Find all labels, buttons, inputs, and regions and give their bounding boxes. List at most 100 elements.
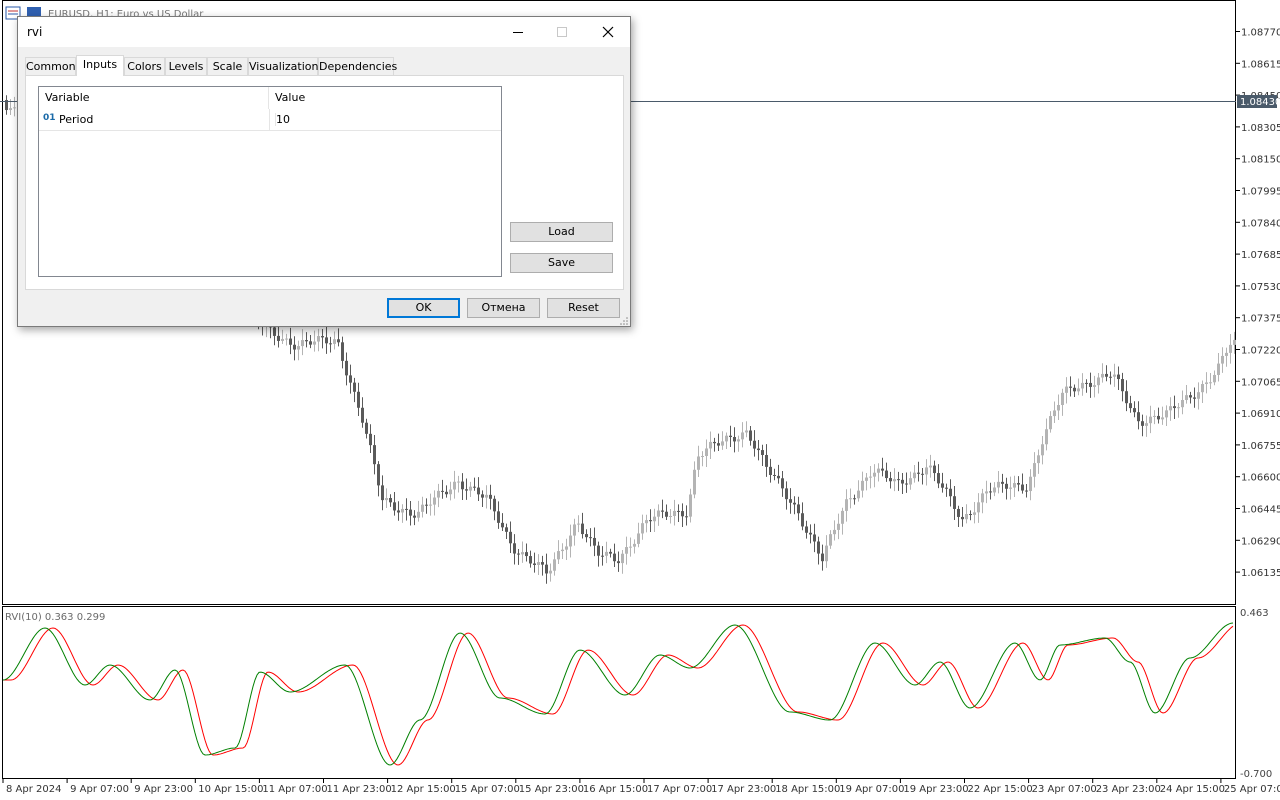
- candle-body: [553, 559, 556, 571]
- candle-body: [361, 407, 364, 423]
- candle-body: [453, 481, 456, 490]
- save-button[interactable]: Save: [510, 253, 613, 273]
- candle-body: [1217, 363, 1220, 375]
- candle-body: [1049, 416, 1052, 430]
- candle-body: [433, 497, 436, 505]
- time-tick-label: 17 Apr 23:00: [711, 784, 776, 795]
- candle-body: [833, 529, 836, 535]
- candle-body: [837, 523, 840, 530]
- param-value[interactable]: 10: [275, 113, 290, 126]
- candle-body: [637, 533, 640, 544]
- candle-body: [365, 422, 368, 434]
- candle-body: [1017, 483, 1020, 485]
- candle-body: [329, 343, 332, 345]
- candle-body: [729, 435, 732, 438]
- candle-body: [641, 523, 644, 534]
- candle-body: [937, 473, 940, 484]
- candle-body: [745, 430, 748, 433]
- candle-body: [1137, 412, 1140, 422]
- candle-body: [613, 553, 616, 562]
- candle-body: [1157, 415, 1160, 420]
- close-button[interactable]: [585, 17, 631, 47]
- candle-body: [725, 435, 728, 442]
- candle-body: [1089, 382, 1092, 387]
- tab-inputs[interactable]: Inputs: [76, 55, 124, 76]
- candle-body: [349, 375, 352, 383]
- ok-button[interactable]: OK: [387, 298, 460, 318]
- candle-body: [1001, 481, 1004, 484]
- candle-body: [1085, 382, 1088, 384]
- candle-body: [1165, 410, 1168, 418]
- candle-body: [865, 477, 868, 481]
- candle-body: [477, 487, 480, 495]
- candle-body: [581, 523, 584, 535]
- tab-common[interactable]: Common: [25, 57, 76, 75]
- dialog-titlebar[interactable]: rvi: [18, 17, 630, 47]
- column-divider: [269, 109, 270, 131]
- candle-body: [809, 532, 812, 535]
- candle-body: [701, 456, 704, 458]
- candle-body: [757, 448, 760, 451]
- rvi-lines: [2, 622, 1234, 766]
- candle-body: [881, 468, 884, 471]
- candle-body: [797, 504, 800, 514]
- column-header-value[interactable]: Value: [269, 87, 501, 109]
- time-tick-label: 8 Apr 2024: [6, 784, 61, 795]
- candle-body: [313, 341, 316, 345]
- candle-body: [741, 432, 744, 440]
- tab-dependencies[interactable]: Dependencies: [318, 57, 397, 75]
- candle-body: [429, 504, 432, 506]
- candle-body: [393, 502, 396, 511]
- candle-body: [1185, 395, 1188, 401]
- time-tick-label: 12 Apr 15:00: [391, 784, 456, 795]
- candle-body: [969, 514, 972, 516]
- candle-body: [1105, 373, 1108, 377]
- resize-grip-icon[interactable]: [619, 316, 629, 326]
- candle-body: [677, 510, 680, 512]
- candle-body: [1109, 376, 1112, 378]
- column-header-variable[interactable]: Variable: [39, 87, 269, 109]
- candle-body: [957, 508, 960, 517]
- candle-body: [973, 512, 976, 515]
- table-row[interactable]: 01 Period 10: [39, 109, 501, 131]
- candle-body: [281, 338, 284, 341]
- minimize-button[interactable]: [495, 17, 541, 47]
- candle-body: [805, 526, 808, 533]
- candle-body: [449, 489, 452, 495]
- reset-button[interactable]: Reset: [547, 298, 620, 318]
- candle-body: [953, 496, 956, 509]
- candle-body: [1073, 387, 1076, 392]
- candle-body: [889, 478, 892, 482]
- candle-body: [405, 508, 408, 510]
- load-button[interactable]: Load: [510, 222, 613, 242]
- candle-body: [465, 489, 468, 491]
- candle-body: [689, 494, 692, 517]
- candle-body: [297, 346, 300, 350]
- candle-body: [569, 535, 572, 547]
- price-tick-label: 1.06445: [1241, 505, 1280, 516]
- candle-body: [285, 338, 288, 340]
- candle-body: [565, 546, 568, 550]
- candle-body: [1189, 395, 1192, 398]
- int-type-icon: 01: [43, 113, 56, 123]
- cancel-button[interactable]: Отмена: [467, 298, 540, 318]
- inputs-grid[interactable]: Variable Value 01 Period 10: [38, 86, 502, 277]
- candle-body: [489, 494, 492, 499]
- candle-body: [473, 486, 476, 488]
- candle-body: [417, 511, 420, 518]
- candle-body: [273, 327, 276, 336]
- candle-body: [1133, 408, 1136, 413]
- candle-body: [1153, 415, 1156, 417]
- candle-body: [1125, 391, 1128, 404]
- candle-body: [517, 553, 520, 555]
- tab-colors[interactable]: Colors: [124, 57, 165, 75]
- tab-visualization[interactable]: Visualization: [248, 57, 318, 75]
- param-name: Period: [59, 113, 94, 126]
- candle-body: [997, 481, 1000, 488]
- candle-body: [657, 510, 660, 517]
- tab-levels[interactable]: Levels: [165, 57, 207, 75]
- candle-body: [753, 440, 756, 449]
- price-tick-label: 1.06290: [1241, 536, 1280, 547]
- tab-scale[interactable]: Scale: [207, 57, 248, 75]
- candle-body: [389, 498, 392, 503]
